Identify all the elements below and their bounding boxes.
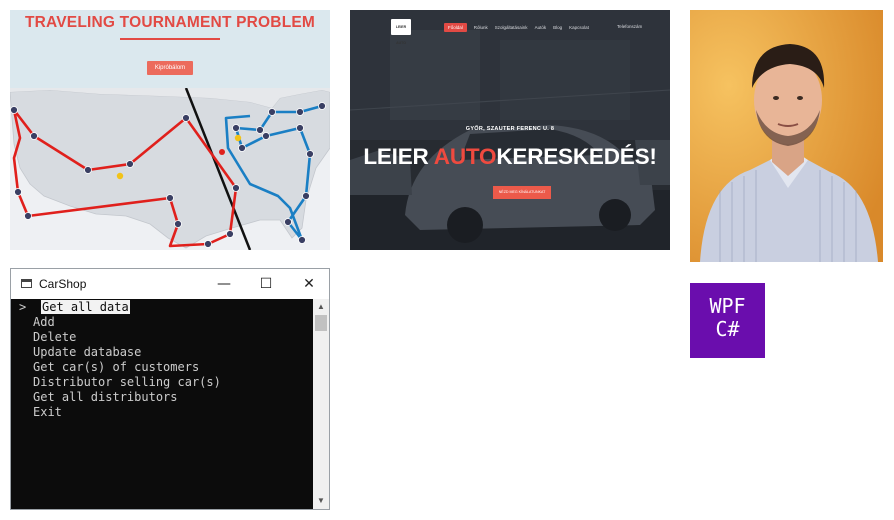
nav-item-contact[interactable]: Kapcsolat [569, 25, 589, 30]
headline-part-1: LEIER [363, 144, 434, 169]
usa-route-map [10, 88, 330, 250]
menu-item-distributor-selling-cars[interactable]: Distributor selling car(s) [33, 375, 221, 390]
scroll-up-icon[interactable]: ▲ [313, 299, 329, 315]
nav-item-home[interactable]: Főoldal [444, 22, 467, 32]
scroll-thumb[interactable] [315, 315, 327, 331]
car-dealer-website-thumbnail[interactable]: LEIER AUTO Főoldal Rólunk Szolgáltatásai… [350, 10, 670, 250]
wpf-label: WPF [709, 294, 746, 318]
menu-item-delete[interactable]: Delete [33, 330, 76, 345]
portrait-image [690, 10, 883, 262]
nav-item-cars[interactable]: Autók [535, 25, 547, 30]
dealer-navbar: Főoldal Rólunk Szolgáltatásaink Autók Bl… [444, 22, 589, 32]
nav-item-services[interactable]: Szolgáltatásaink [495, 25, 528, 30]
maximize-icon[interactable]: ☐ [246, 269, 286, 299]
menu-item-get-cars-of-customers[interactable]: Get car(s) of customers [33, 360, 199, 375]
menu-item-add[interactable]: Add [33, 315, 55, 330]
menu-item-update-database[interactable]: Update database [33, 345, 141, 360]
minimize-icon[interactable]: — [204, 269, 244, 299]
nav-item-blog[interactable]: Blog [553, 25, 562, 30]
menu-item-exit[interactable]: Exit [33, 405, 62, 420]
console-app-icon [21, 279, 32, 288]
dealer-address: GYŐR, SZAUTER FERENC U. 8 [465, 126, 555, 132]
menu-item-selected[interactable]: > Get all data [11, 300, 130, 315]
dealer-headline: LEIER AUTOKERESKEDÉS! [350, 144, 670, 170]
dealer-phone[interactable]: Telefonszám [617, 24, 642, 29]
wpf-csharp-logo[interactable]: WPF C# [690, 283, 765, 358]
console-output[interactable]: > Get all data Add Delete Update database… [11, 299, 313, 509]
headline-part-2: KERESKEDÉS! [496, 144, 657, 169]
csharp-label: C# [715, 317, 740, 341]
dealer-logo[interactable]: LEIER AUTO [391, 19, 411, 45]
ttp-title-underline [120, 38, 220, 40]
portrait-photo[interactable] [690, 10, 883, 262]
menu-item-get-all-distributors[interactable]: Get all distributors [33, 390, 178, 405]
ttp-try-button[interactable]: Kipróbálom [147, 61, 193, 75]
console-titlebar[interactable]: CarShop — ☐ ✕ [11, 269, 329, 299]
close-icon[interactable]: ✕ [289, 269, 329, 299]
cursor-indicator: > [19, 300, 27, 314]
headline-accent: AUTO [433, 144, 497, 169]
nav-item-about[interactable]: Rólunk [474, 25, 488, 30]
menu-item-get-all-data[interactable]: Get all data [41, 300, 130, 314]
dealer-cta-button[interactable]: NÉZD MEG KÍNÁLATUNKAT [493, 186, 551, 199]
wpf-logo-text: WPF C# [690, 295, 765, 341]
ttp-project-thumbnail[interactable]: TRAVELING TOURNAMENT PROBLEM Kipróbálom [10, 10, 330, 250]
usa-landmass [10, 89, 330, 249]
console-scrollbar[interactable]: ▲ ▼ [313, 299, 329, 509]
console-window-title: CarShop [39, 277, 87, 291]
carshop-console-window[interactable]: CarShop — ☐ ✕ > Get all data Add Delete U… [10, 268, 330, 510]
scroll-down-icon[interactable]: ▼ [313, 493, 329, 509]
ttp-header: TRAVELING TOURNAMENT PROBLEM Kipróbálom [10, 10, 330, 88]
ttp-title: TRAVELING TOURNAMENT PROBLEM [24, 14, 316, 31]
